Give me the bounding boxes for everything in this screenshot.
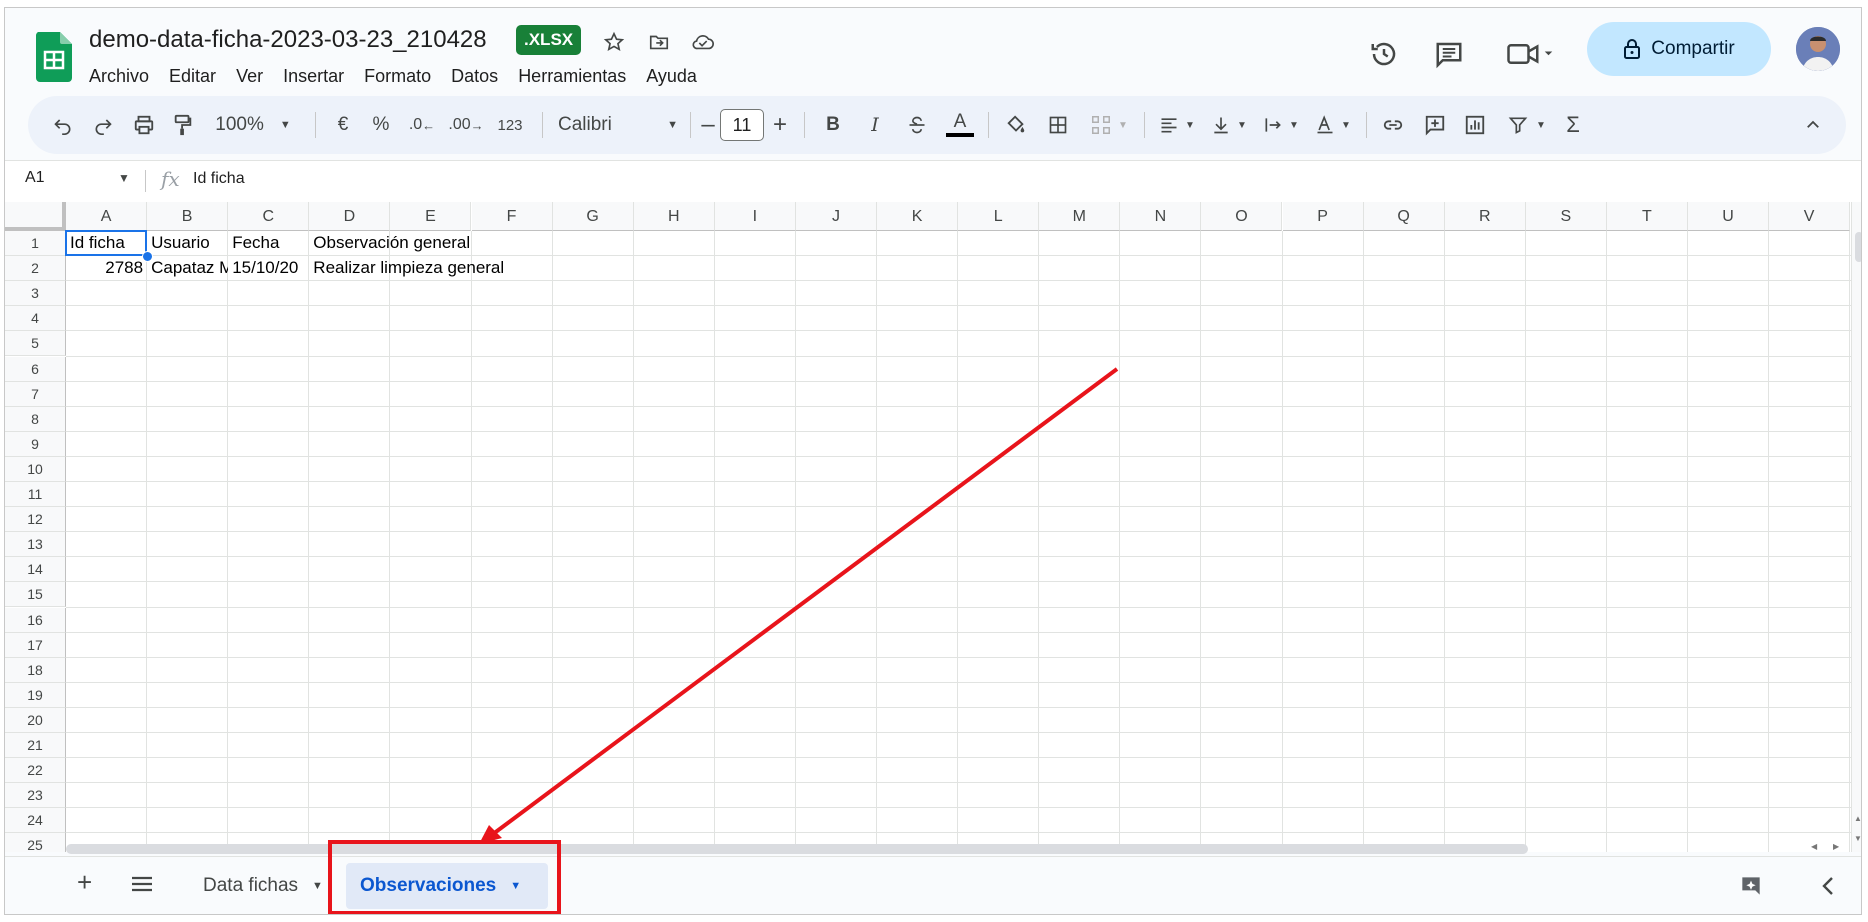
app-window: demo-data-ficha-2023-03-23_210428 .XLSX …: [4, 7, 1862, 915]
annotation-highlight-box: [328, 840, 561, 914]
annotation-overlay: [328, 367, 1119, 914]
annotation-arrow: [491, 367, 1119, 836]
